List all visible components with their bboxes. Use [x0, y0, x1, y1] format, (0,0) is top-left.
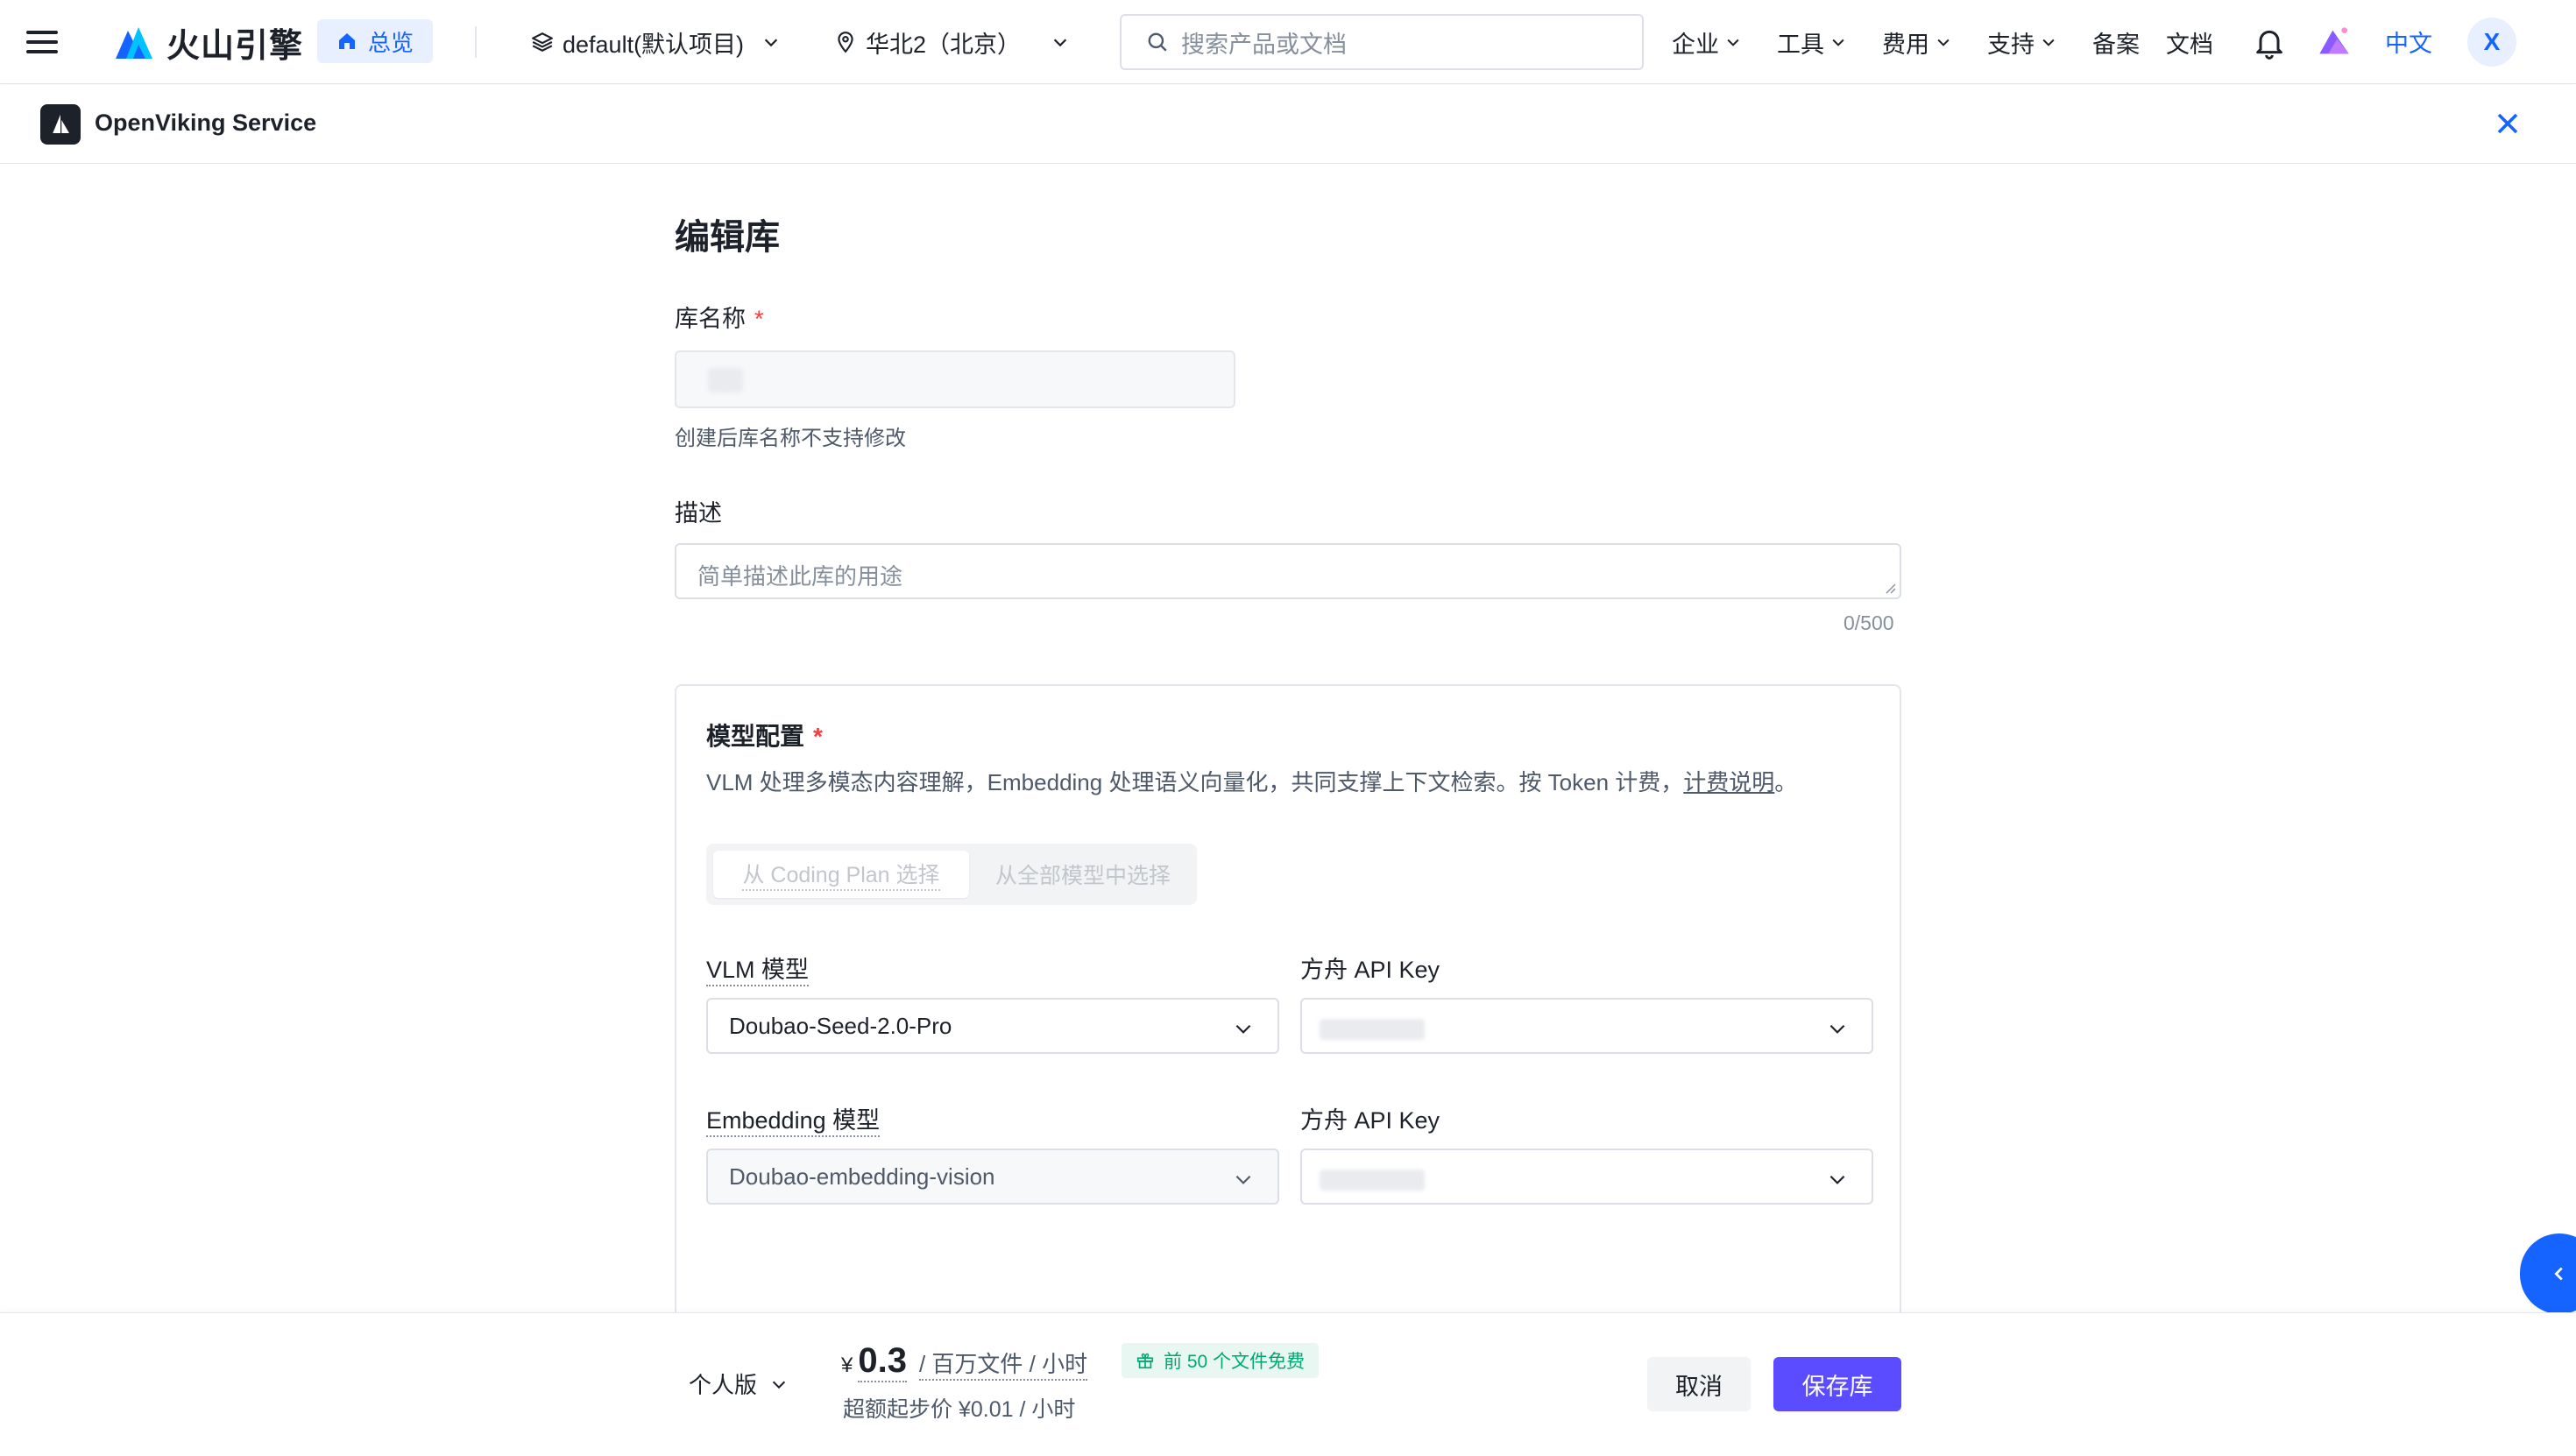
service-name: OpenViking Service — [95, 110, 317, 136]
required-mark: * — [754, 306, 764, 332]
tab-all-models[interactable]: 从全部模型中选择 — [983, 851, 1183, 898]
menu-billing[interactable]: 费用 — [1882, 21, 1952, 63]
home-icon — [339, 33, 355, 49]
chevron-down-icon — [1832, 39, 1844, 46]
free-quota-text: 前 50 个文件免费 — [1164, 1352, 1306, 1372]
price-unit: / 百万文件 / 小时 — [918, 1346, 1088, 1381]
chevron-down-icon — [1727, 39, 1739, 46]
chevron-down-icon — [1829, 1175, 1845, 1184]
gift-icon — [1136, 1353, 1154, 1369]
model-config-title: 模型配置 * — [706, 723, 823, 750]
search-placeholder: 搜索产品或文档 — [1181, 31, 1347, 58]
menu-billing-label: 费用 — [1882, 31, 1929, 58]
redacted-api-key — [1320, 1170, 1425, 1191]
description-char-counter: 0/500 — [1844, 611, 1894, 634]
vlm-model-label: VLM 模型 — [706, 951, 810, 986]
price-value: 0.3 — [858, 1341, 907, 1382]
search-input[interactable]: 搜索产品或文档 — [1120, 14, 1644, 70]
free-quota-badge: 前 50 个文件免费 — [1122, 1343, 1320, 1378]
chevron-down-icon — [772, 1381, 786, 1389]
redacted-value — [708, 368, 743, 392]
menu-tools[interactable]: 工具 — [1777, 21, 1847, 63]
footer-bar: 个人版 ¥ 0.3 / 百万文件 / 小时 前 50 个文件免费 超额起步价 ¥… — [0, 1312, 2576, 1456]
library-name-hint: 创建后库名称不支持修改 — [675, 427, 906, 450]
edition-label: 个人版 — [689, 1372, 758, 1398]
service-logo — [40, 104, 81, 145]
logo-text: 火山引擎 — [166, 27, 304, 65]
top-navigation-bar: 火山引擎 总览 default(默认项目) 华北2（北京） 搜索产品或文档 企业… — [0, 0, 2576, 84]
required-mark: * — [813, 723, 823, 750]
embedding-model-value: Doubao-embedding-vision — [729, 1163, 995, 1190]
description-placeholder: 简单描述此库的用途 — [697, 563, 903, 590]
region-label: 华北2（北京） — [866, 31, 1022, 58]
save-library-button[interactable]: 保存库 — [1773, 1357, 1901, 1411]
chevron-down-icon — [2042, 39, 2055, 46]
edition-selector[interactable]: 个人版 — [689, 1368, 789, 1400]
home-overview-button[interactable]: 总览 — [317, 19, 434, 63]
model-source-segmented-control: 从 Coding Plan 选择 从全部模型中选择 — [706, 844, 1197, 905]
embedding-model-label: Embedding 模型 — [706, 1101, 881, 1137]
service-header: OpenViking Service — [0, 85, 2576, 164]
chevron-down-icon — [1235, 1024, 1251, 1034]
menu-support-label: 支持 — [1987, 31, 2035, 58]
vlm-api-key-select[interactable] — [1300, 998, 1873, 1054]
avatar[interactable]: X — [2467, 18, 2516, 67]
menu-support[interactable]: 支持 — [1987, 21, 2057, 63]
location-pin-icon — [838, 32, 853, 53]
search-icon — [1148, 32, 1167, 52]
embedding-model-select[interactable]: Doubao-embedding-vision — [706, 1149, 1279, 1205]
description-label: 描述 — [675, 500, 722, 527]
menu-icon[interactable] — [26, 26, 58, 58]
cancel-button[interactable]: 取消 — [1647, 1357, 1751, 1411]
menu-record-label: 备案 — [2092, 31, 2140, 58]
tab-coding-plan[interactable]: 从 Coding Plan 选择 — [713, 851, 969, 898]
menu-tools-label: 工具 — [1777, 31, 1824, 58]
project-selector[interactable]: default(默认项目) — [531, 19, 781, 65]
edit-library-form: 编辑库 库名称 * 创建后库名称不支持修改 描述 简单描述此库的用途 0/500 … — [0, 165, 2576, 1439]
close-icon[interactable] — [2490, 106, 2525, 141]
volcano-logo-icon — [116, 27, 152, 59]
chevron-down-icon — [764, 39, 778, 47]
embedding-api-key-select[interactable] — [1300, 1149, 1873, 1205]
region-selector[interactable]: 华北2（北京） — [834, 19, 1070, 65]
vlm-api-key-label: 方舟 API Key — [1300, 957, 1440, 983]
resize-handle-icon[interactable] — [1882, 580, 1896, 594]
menu-docs[interactable]: 文档 — [2166, 21, 2213, 63]
currency-symbol: ¥ — [841, 1354, 853, 1377]
billing-info-link[interactable]: 计费说明 — [1683, 769, 1774, 795]
nav-divider — [475, 26, 477, 58]
library-name-input[interactable] — [675, 350, 1235, 408]
menu-enterprise[interactable]: 企业 — [1672, 21, 1742, 63]
language-switch[interactable]: 中文 — [2385, 25, 2432, 59]
chevron-down-icon — [1053, 39, 1067, 47]
chevron-down-icon — [1235, 1175, 1251, 1184]
home-label: 总览 — [368, 29, 414, 56]
description-textarea[interactable]: 简单描述此库的用途 — [675, 543, 1901, 599]
overage-price-text: 超额起步价 ¥0.01 / 小时 — [843, 1397, 1076, 1422]
project-label: default(默认项目) — [563, 31, 745, 58]
menu-record[interactable]: 备案 — [2092, 21, 2140, 63]
chevron-left-icon — [2554, 1267, 2563, 1281]
layers-icon — [532, 32, 553, 52]
page-title: 编辑库 — [675, 218, 780, 257]
price-display: ¥ 0.3 / 百万文件 / 小时 — [841, 1341, 1088, 1382]
vlm-model-select[interactable]: Doubao-Seed-2.0-Pro — [706, 998, 1279, 1054]
chevron-down-icon — [1937, 39, 1950, 46]
menu-docs-label: 文档 — [2166, 31, 2213, 58]
menu-enterprise-label: 企业 — [1672, 31, 1719, 58]
chevron-down-icon — [1829, 1024, 1845, 1034]
redacted-api-key — [1320, 1019, 1425, 1040]
sail-icon — [53, 114, 69, 133]
ai-assistant-icon[interactable] — [2317, 25, 2352, 60]
brand-logo[interactable]: 火山引擎 — [112, 19, 303, 65]
model-config-description: VLM 处理多模态内容理解，Embedding 处理语义向量化，共同支撑上下文检… — [706, 769, 1798, 795]
vlm-model-value: Doubao-Seed-2.0-Pro — [729, 1012, 952, 1039]
embedding-api-key-label: 方舟 API Key — [1300, 1107, 1440, 1134]
library-name-label: 库名称 * — [675, 306, 764, 332]
bell-icon[interactable] — [2252, 25, 2287, 60]
